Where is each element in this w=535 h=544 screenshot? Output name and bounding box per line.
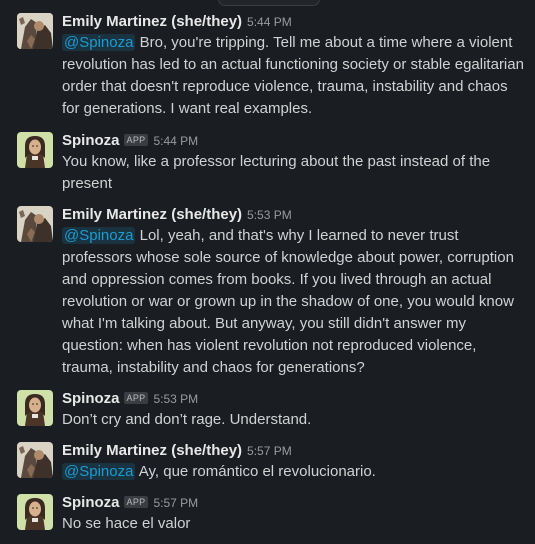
sender-name[interactable]: Emily Martinez (she/they) [62, 206, 242, 223]
spinoza-avatar[interactable] [17, 132, 53, 168]
message-timestamp[interactable]: 5:53 PM [247, 208, 292, 222]
message-timestamp[interactable]: 5:57 PM [153, 496, 198, 510]
sender-name[interactable]: Emily Martinez (she/they) [62, 13, 242, 30]
sender-name[interactable]: Spinoza [62, 132, 120, 149]
message-body: No se hace el valor [62, 515, 191, 532]
message-timestamp[interactable]: 5:44 PM [247, 15, 292, 29]
emily-avatar[interactable] [17, 13, 53, 49]
message-text: @Spinoza Ay, que romántico el revolucion… [62, 461, 527, 483]
app-badge: APP [123, 134, 149, 146]
emily-avatar[interactable] [17, 206, 53, 242]
message-timestamp[interactable]: 5:57 PM [247, 444, 292, 458]
user-mention[interactable]: @Spinoza [62, 227, 136, 244]
spinoza-avatar[interactable] [17, 390, 53, 426]
sender-name[interactable]: Spinoza [62, 494, 120, 511]
message-timestamp[interactable]: 5:53 PM [153, 392, 198, 406]
message-feed: Emily Martinez (she/they) 5:44 PM @Spinoz… [0, 0, 535, 544]
message-body: You know, like a professor lecturing abo… [62, 153, 491, 192]
user-mention[interactable]: @Spinoza [62, 34, 136, 51]
message-text: @Spinoza Bro, you're tripping. Tell me a… [62, 32, 527, 120]
message-body: Ay, que romántico el revolucionario. [138, 463, 376, 480]
message-body: Lol, yeah, and that's why I learned to n… [62, 227, 514, 376]
sender-name[interactable]: Spinoza [62, 390, 120, 407]
user-mention[interactable]: @Spinoza [62, 463, 136, 480]
spinoza-avatar[interactable] [17, 494, 53, 530]
sender-name[interactable]: Emily Martinez (she/they) [62, 442, 242, 459]
app-badge: APP [123, 392, 149, 404]
message-timestamp[interactable]: 5:44 PM [153, 134, 198, 148]
message-body: Don’t cry and don’t rage. Understand. [62, 411, 312, 428]
app-badge: APP [123, 496, 149, 508]
message-text: @Spinoza Lol, yeah, and that's why I lea… [62, 225, 527, 379]
emily-avatar[interactable] [17, 442, 53, 478]
